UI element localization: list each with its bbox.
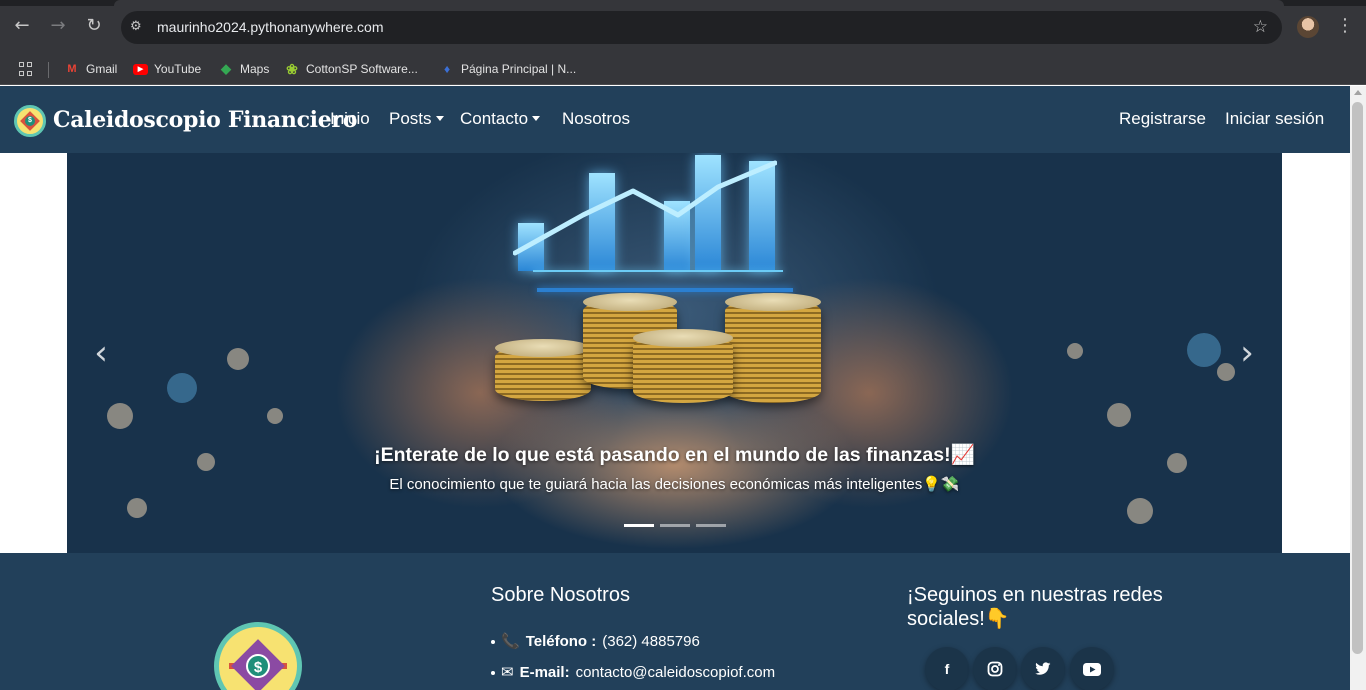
nav-contacto-label: Contacto [460, 109, 529, 128]
coin-top-graphic [725, 293, 821, 311]
nav-posts-dropdown[interactable]: Posts [389, 108, 444, 130]
site-footer: $ Sobre Nosotros 📞 Teléfono : (362) 4885… [0, 553, 1350, 690]
bookmark-label: Maps [240, 62, 270, 76]
bokeh-light [1187, 333, 1221, 367]
chart-base-graphic [537, 288, 793, 292]
coin-stack-graphic [725, 299, 821, 403]
scrollbar-thumb[interactable] [1352, 102, 1363, 654]
nav-inicio[interactable]: Inicio [330, 108, 370, 130]
bokeh-light [1127, 498, 1153, 524]
brand-logo[interactable]: $ [14, 105, 46, 137]
bokeh-light [127, 498, 147, 518]
page-viewport: $ Caleidoscopio Financiero Inicio Posts … [0, 86, 1350, 690]
coin-top-graphic [495, 339, 591, 357]
twitter-glyph [1035, 662, 1051, 675]
bokeh-light [227, 348, 249, 370]
phone-icon: 📞 [501, 633, 520, 650]
bookmark-label: CottonSP Software... [306, 62, 418, 76]
nav-nosotros[interactable]: Nosotros [562, 108, 630, 130]
bookmark-youtube[interactable]: ▶ YouTube [133, 57, 201, 81]
bookmark-label: YouTube [154, 62, 202, 76]
reload-button[interactable]: ↻ [83, 15, 105, 37]
site-info-icon[interactable]: ⚙ [130, 18, 146, 36]
bokeh-light [107, 403, 133, 429]
active-tab[interactable] [114, 0, 1284, 6]
carousel-prev-button[interactable]: ‹ [86, 333, 116, 373]
carousel-indicator-1[interactable] [624, 524, 654, 527]
browser-toolbar: ← → ↻ ⚙ maurinho2024.pythonanywhere.com … [0, 0, 1366, 54]
footer-social-heading: ¡Seguinos en nuestras redes sociales!👇 [907, 584, 1163, 630]
forward-button[interactable]: → [47, 15, 69, 37]
bokeh-light [1107, 403, 1131, 427]
page-scrollbar[interactable] [1350, 86, 1366, 690]
footer-about-heading: Sobre Nosotros [491, 584, 630, 606]
nav-iniciar-sesion[interactable]: Iniciar sesión [1225, 108, 1324, 130]
carousel-indicator-2[interactable] [660, 524, 690, 527]
carousel-caption-title: ¡Enterate de lo que está pasando en el m… [374, 444, 975, 466]
page-icon: ♦ [443, 62, 451, 76]
email-label: E-mail: [519, 664, 570, 681]
caret-down-icon [532, 116, 541, 121]
bookmark-label: Página Principal | N... [461, 62, 577, 76]
footer-logo: $ [214, 622, 302, 690]
bokeh-light [1067, 343, 1083, 359]
gmail-icon: M [67, 63, 77, 75]
bullet [491, 640, 495, 644]
carousel-indicators [624, 524, 726, 527]
twitter-icon[interactable] [1021, 647, 1065, 690]
facebook-icon[interactable]: f [925, 647, 969, 690]
youtube-icon: ▶ [133, 63, 148, 75]
bookmark-gmail[interactable]: M Gmail [64, 57, 117, 81]
apps-grid-icon[interactable] [19, 62, 33, 76]
chart-base-graphic [533, 270, 783, 272]
bookmark-maps[interactable]: ◆ Maps [218, 57, 269, 81]
cottonsp-icon: ❀ [286, 60, 298, 77]
carousel-indicator-3[interactable] [696, 524, 726, 527]
footer-email: ✉ E-mail: contacto@caleidoscopiof.com [491, 663, 775, 683]
scroll-up-arrow-icon[interactable] [1354, 90, 1362, 95]
maps-icon: ◆ [221, 61, 231, 76]
brand-name[interactable]: Caleidoscopio Financiero [53, 105, 357, 135]
bookmark-cottonsp[interactable]: ❀ CottonSP Software... [284, 57, 418, 81]
profile-avatar[interactable] [1297, 16, 1319, 38]
caret-down-icon [435, 116, 444, 121]
carousel-caption-text: El conocimiento que te guiará hacia las … [389, 476, 960, 493]
bookmark-pagina-principal[interactable]: ♦ Página Principal | N... [439, 57, 576, 81]
instagram-glyph [987, 661, 1003, 677]
bokeh-light [267, 408, 283, 424]
trend-line-graphic [513, 160, 777, 256]
address-bar[interactable]: ⚙ maurinho2024.pythonanywhere.com ☆ [121, 11, 1282, 44]
bookmark-star-icon[interactable]: ☆ [1253, 17, 1268, 37]
coin-top-graphic [583, 293, 677, 311]
dollar-icon: $ [246, 654, 270, 678]
youtube-icon[interactable] [1070, 647, 1114, 690]
instagram-icon[interactable] [973, 647, 1017, 690]
bookmark-label: Gmail [86, 62, 118, 76]
url-text[interactable]: maurinho2024.pythonanywhere.com [157, 19, 383, 36]
bullet [491, 671, 495, 675]
hero-carousel: ‹ › ¡Enterate de lo que está pasando en … [67, 153, 1282, 553]
nav-registrarse[interactable]: Registrarse [1119, 108, 1206, 130]
footer-phone: 📞 Teléfono : (362) 4885796 [491, 632, 700, 652]
bookmarks-divider [48, 62, 49, 78]
browser-menu-icon[interactable]: ⋮ [1336, 15, 1354, 37]
phone-label: Teléfono : [525, 633, 597, 650]
dollar-icon: $ [25, 116, 35, 126]
mail-icon: ✉ [501, 664, 514, 681]
nav-posts-label: Posts [389, 109, 432, 128]
back-button[interactable]: ← [11, 15, 33, 37]
site-navbar: $ Caleidoscopio Financiero Inicio Posts … [0, 86, 1350, 153]
youtube-glyph [1083, 663, 1101, 676]
bookmarks-bar: M Gmail ▶ YouTube ◆ Maps ❀ CottonSP Soft… [0, 54, 1366, 85]
carousel-next-button[interactable]: › [1232, 333, 1262, 373]
phone-value: (362) 4885796 [602, 633, 700, 650]
nav-contacto-dropdown[interactable]: Contacto [460, 108, 541, 130]
email-value[interactable]: contacto@caleidoscopiof.com [576, 663, 776, 683]
bokeh-light [167, 373, 197, 403]
coin-top-graphic [633, 329, 733, 347]
